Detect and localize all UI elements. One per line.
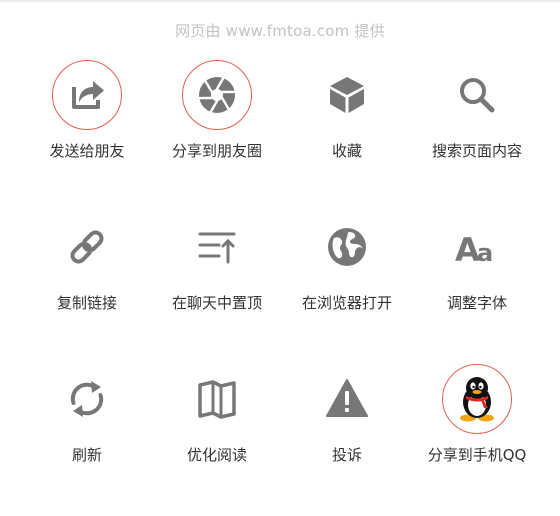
cube-icon-wrapper	[312, 60, 382, 130]
search-icon	[460, 78, 495, 113]
action-label: 在浏览器打开	[301, 294, 392, 312]
pin-top-icon	[198, 232, 236, 264]
action-label: 分享到朋友圈	[171, 142, 262, 160]
provider-text: 网页由 www.fmtoa.com 提供	[175, 22, 385, 40]
search-icon-wrapper	[442, 60, 512, 130]
svg-text:a: a	[477, 239, 493, 267]
action-label: 复制链接	[56, 294, 117, 312]
action-search-page[interactable]: 搜索页面内容	[412, 60, 542, 212]
book-icon	[198, 380, 236, 419]
action-share-to-friend[interactable]: 发送给朋友	[22, 60, 152, 212]
globe-icon	[328, 228, 366, 266]
pin-top-icon-wrapper	[182, 212, 252, 282]
action-label: 投诉	[331, 446, 362, 464]
action-pin-to-chat[interactable]: 在聊天中置顶	[152, 212, 282, 364]
action-label: 调整字体	[446, 294, 507, 312]
action-refresh[interactable]: 刷新	[22, 364, 152, 516]
action-grid: 发送给朋友 分享到朋友圈 收藏 搜索页面内容 复制链接 在聊天中置顶 在浏览器打…	[22, 60, 542, 516]
qq-penguin-icon	[460, 377, 494, 422]
action-label: 刷新	[71, 446, 102, 464]
link-icon-wrapper	[52, 212, 122, 282]
action-report[interactable]: 投诉	[282, 364, 412, 516]
globe-icon-wrapper	[312, 212, 382, 282]
moments-icon	[198, 77, 236, 113]
action-share-to-qq[interactable]: 分享到手机QQ	[412, 364, 542, 516]
qq-penguin-icon-wrapper	[442, 364, 512, 434]
font-icon-wrapper: A a	[442, 212, 512, 282]
share-icon-wrapper	[52, 60, 122, 130]
action-open-in-browser[interactable]: 在浏览器打开	[282, 212, 412, 364]
warning-icon-wrapper	[312, 364, 382, 434]
book-icon-wrapper	[182, 364, 252, 434]
action-label: 在聊天中置顶	[171, 294, 262, 312]
refresh-icon-wrapper	[52, 364, 122, 434]
top-divider	[0, 0, 560, 2]
moments-icon-wrapper	[182, 60, 252, 130]
action-copy-link[interactable]: 复制链接	[22, 212, 152, 364]
cube-icon	[330, 77, 364, 113]
warning-icon	[326, 379, 368, 417]
action-label: 发送给朋友	[49, 142, 125, 160]
action-favorite[interactable]: 收藏	[282, 60, 412, 212]
action-font-size[interactable]: A a 调整字体	[412, 212, 542, 364]
action-label: 优化阅读	[186, 446, 247, 464]
refresh-icon	[70, 381, 104, 417]
action-label: 收藏	[331, 142, 362, 160]
action-label: 搜索页面内容	[431, 142, 522, 160]
font-icon: A a	[455, 231, 493, 269]
link-icon	[70, 230, 104, 264]
action-share-to-moments[interactable]: 分享到朋友圈	[152, 60, 282, 212]
action-label: 分享到手机QQ	[427, 446, 527, 464]
share-icon	[72, 81, 104, 109]
action-reading-mode[interactable]: 优化阅读	[152, 364, 282, 516]
